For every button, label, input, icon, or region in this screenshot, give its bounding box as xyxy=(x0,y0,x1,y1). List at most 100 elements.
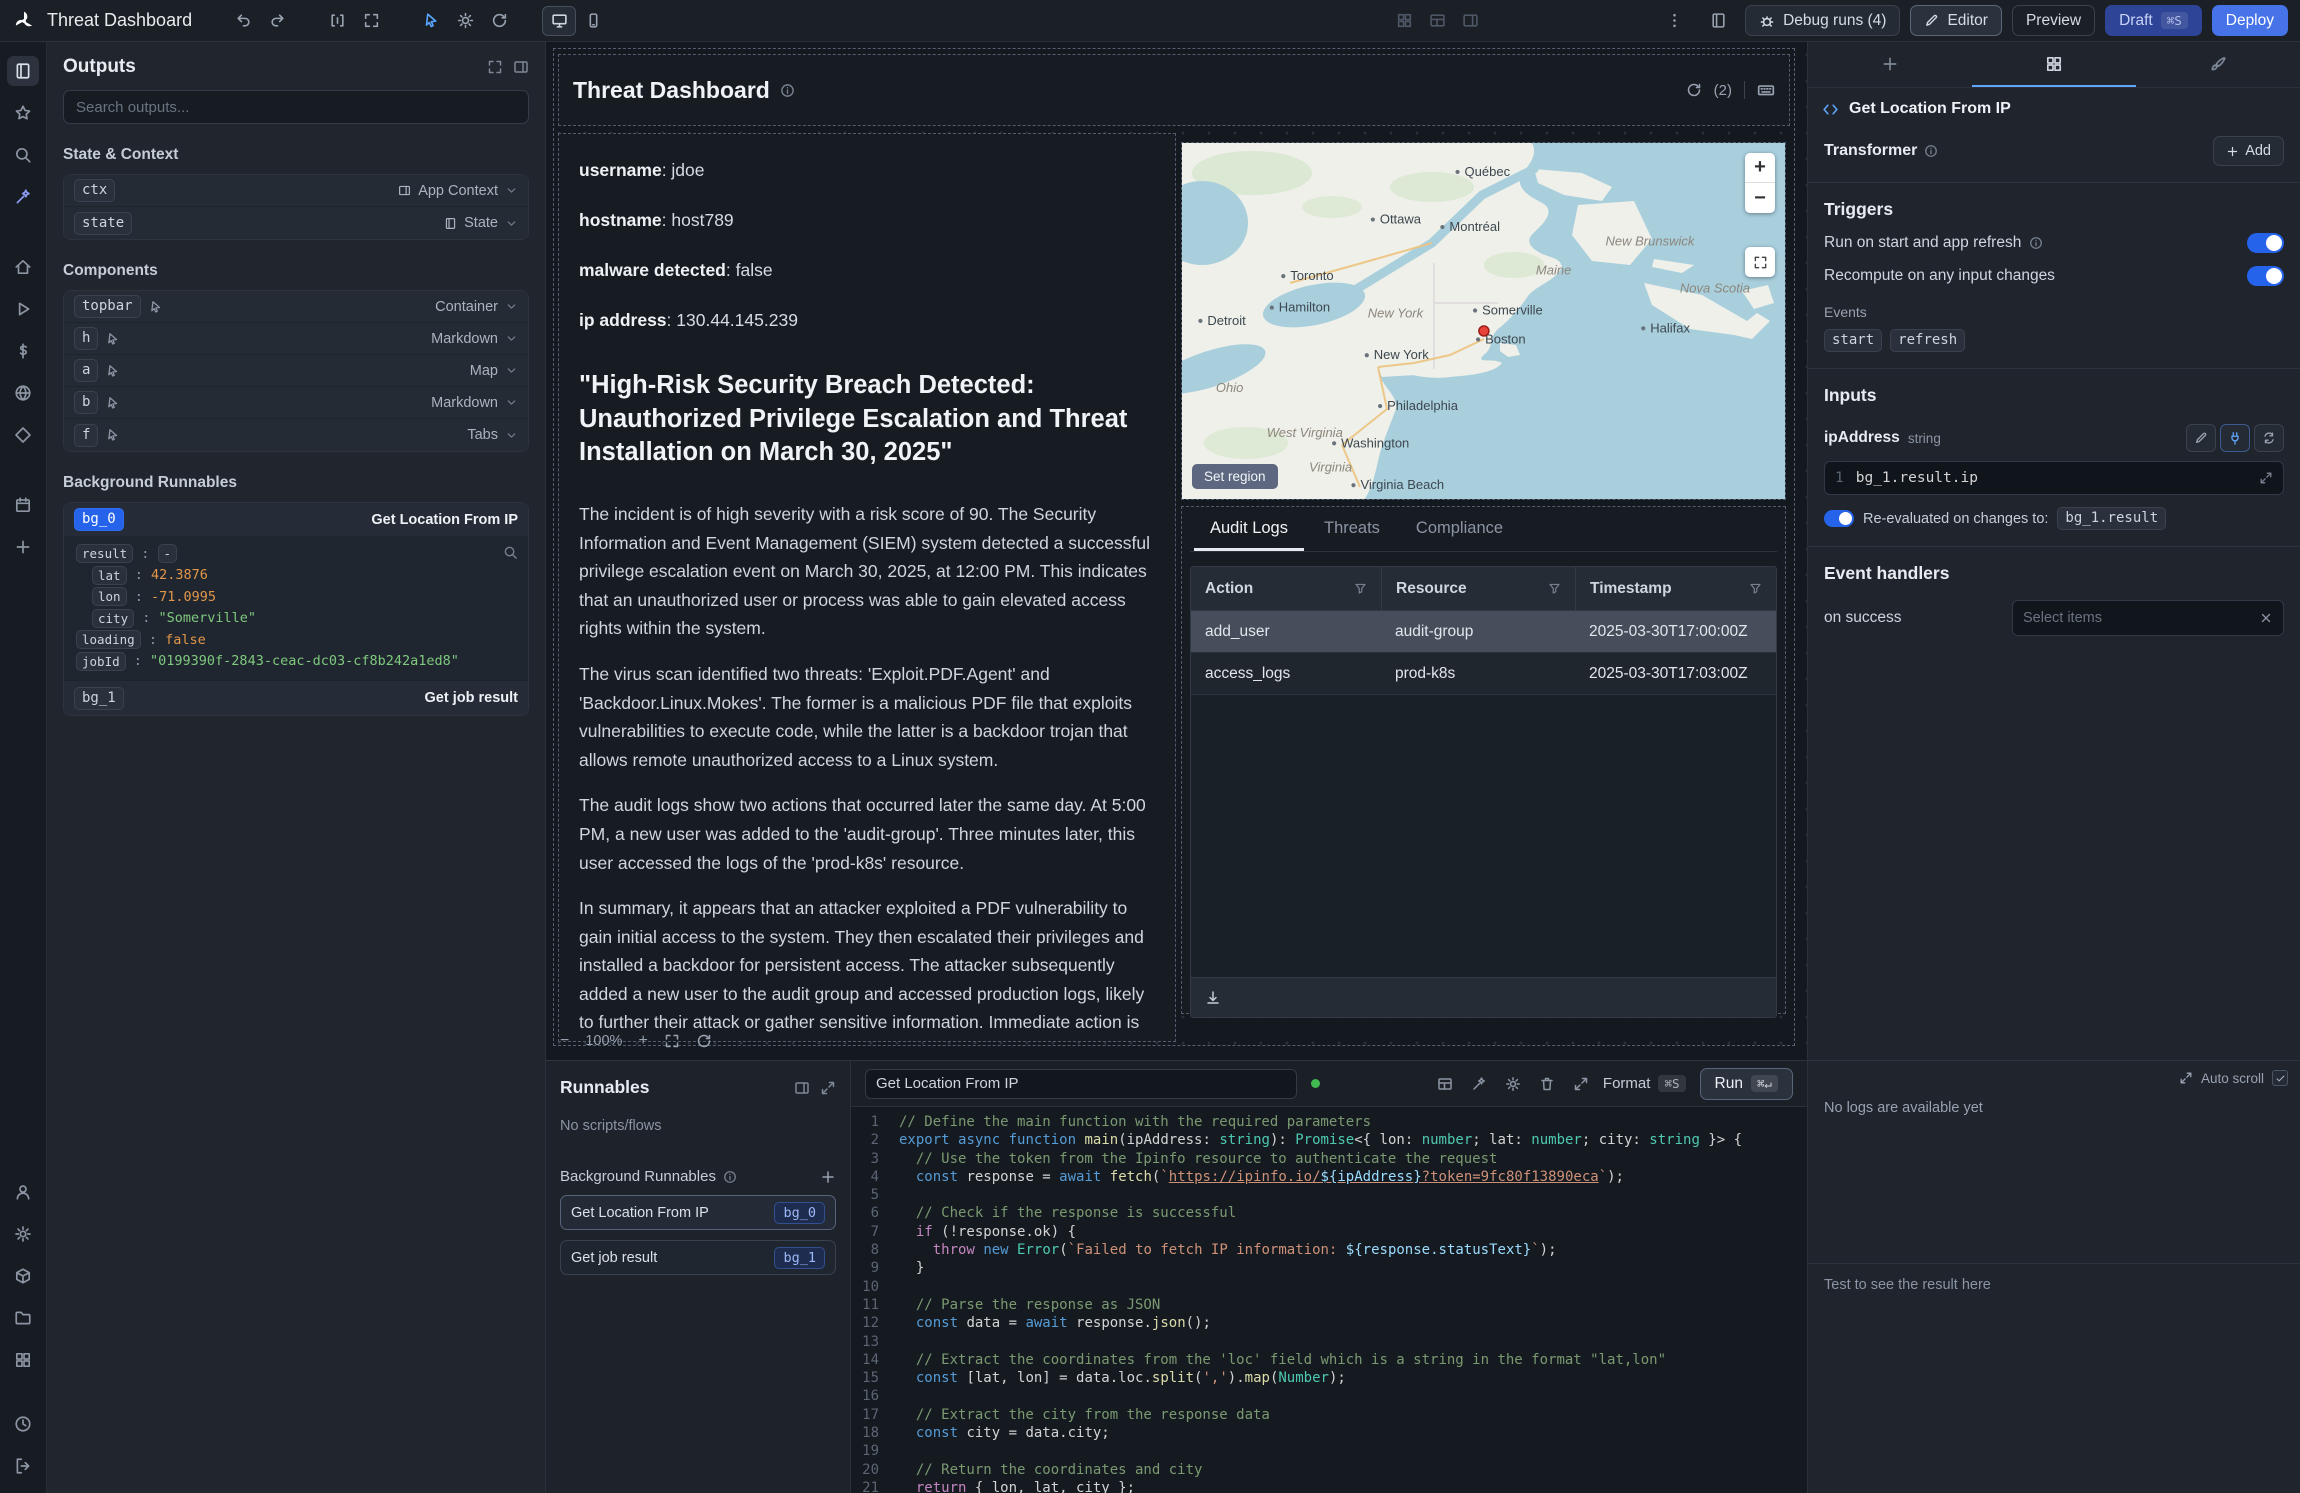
component-map-a[interactable]: QuébecMontréalOttawaTorontoHamiltonDetro… xyxy=(1181,142,1786,500)
bg0-chip[interactable]: bg_0 xyxy=(74,508,124,531)
tab-styling[interactable] xyxy=(2136,42,2300,87)
reeval-dependency-chip[interactable]: bg_1.result xyxy=(2057,507,2166,530)
theme-sun-icon[interactable] xyxy=(448,6,482,36)
undo-button[interactable] xyxy=(226,6,260,36)
tab-component-settings[interactable] xyxy=(1972,42,2136,87)
home-icon[interactable] xyxy=(7,252,39,282)
inspect-result-icon[interactable] xyxy=(503,545,518,560)
auto-scroll-checkbox[interactable] xyxy=(2272,1070,2288,1086)
pointer-hand-icon[interactable] xyxy=(149,300,163,314)
resources-globe-icon[interactable] xyxy=(7,378,39,408)
dock-panel-icon[interactable] xyxy=(513,59,529,75)
table-row[interactable]: add_user audit-group 2025-03-30T17:00:00… xyxy=(1191,611,1776,653)
component-row-a[interactable]: a Map xyxy=(64,355,528,387)
app-canvas-selection[interactable]: Threat Dashboard (2) username: jdoe host… xyxy=(553,48,1795,1046)
settings-gear-icon[interactable] xyxy=(7,1219,39,1249)
layout-grid-icon[interactable] xyxy=(1396,12,1413,29)
filter-funnel-icon[interactable] xyxy=(1354,582,1367,595)
bg1-chip[interactable]: bg_1 xyxy=(74,687,124,710)
add-transformer-button[interactable]: Add xyxy=(2213,136,2284,166)
ai-wand-icon[interactable] xyxy=(7,182,39,212)
map-zoom-in-button[interactable]: + xyxy=(1745,153,1775,183)
pointer-mode-icon[interactable] xyxy=(414,6,448,36)
add-runnable-button[interactable] xyxy=(820,1169,836,1185)
tab-compliance[interactable]: Compliance xyxy=(1400,507,1519,551)
runnable-item-bg1[interactable]: Get job result bg_1 xyxy=(560,1240,836,1275)
download-csv-icon[interactable] xyxy=(1205,990,1221,1006)
expand-expression-icon[interactable] xyxy=(2259,471,2273,485)
collapse-all-icon[interactable] xyxy=(487,59,503,75)
chevron-down-icon[interactable] xyxy=(505,396,518,409)
tab-audit-logs[interactable]: Audit Logs xyxy=(1194,507,1304,551)
mobile-view-button[interactable] xyxy=(576,6,610,36)
bg0-row[interactable]: bg_0 Get Location From IP xyxy=(64,503,528,537)
column-header-action[interactable]: Action xyxy=(1191,567,1381,610)
user-icon[interactable] xyxy=(7,1177,39,1207)
chevron-down-icon[interactable] xyxy=(505,217,518,230)
input-expression-field[interactable]: 1 bg_1.result.ip xyxy=(1824,461,2284,495)
windmill-logo-icon[interactable] xyxy=(0,10,47,32)
component-row-f[interactable]: f Tabs xyxy=(64,419,528,451)
redo-button[interactable] xyxy=(260,6,294,36)
column-header-timestamp[interactable]: Timestamp xyxy=(1575,567,1776,610)
output-row-ctx[interactable]: ctx App Context xyxy=(64,175,528,207)
history-icon[interactable] xyxy=(482,6,516,36)
diff-view-icon[interactable] xyxy=(1437,1076,1453,1092)
connect-input-button[interactable] xyxy=(2220,424,2250,452)
map-zoom-out-button[interactable]: − xyxy=(1745,183,1775,213)
more-menu-icon[interactable] xyxy=(1657,6,1691,36)
run-on-start-toggle[interactable] xyxy=(2247,233,2284,253)
favorites-star-icon[interactable] xyxy=(7,98,39,128)
chevron-down-icon[interactable] xyxy=(505,332,518,345)
debug-runs-button[interactable]: Debug runs (4) xyxy=(1745,5,1900,36)
schedules-calendar-icon[interactable] xyxy=(7,490,39,520)
pointer-hand-icon[interactable] xyxy=(106,396,120,410)
keyboard-shortcuts-icon[interactable] xyxy=(1757,81,1775,99)
chevron-down-icon[interactable] xyxy=(505,184,518,197)
draft-button[interactable]: Draft⌘S xyxy=(2105,5,2202,36)
app-builder-icon[interactable] xyxy=(7,56,39,86)
map[interactable]: QuébecMontréalOttawaTorontoHamiltonDetro… xyxy=(1182,143,1786,500)
tab-threats[interactable]: Threats xyxy=(1308,507,1396,551)
search-icon[interactable] xyxy=(7,140,39,170)
fit-view-icon[interactable] xyxy=(354,6,388,36)
info-icon[interactable] xyxy=(780,83,795,98)
toggle-panel-icon[interactable] xyxy=(1701,6,1735,36)
component-markdown-h[interactable]: username: jdoe hostname: host789 malware… xyxy=(558,133,1176,1042)
layout-columns-icon[interactable] xyxy=(1462,12,1479,29)
search-outputs-input[interactable] xyxy=(63,90,529,124)
ai-wand-icon[interactable] xyxy=(1471,1076,1487,1092)
add-plus-icon[interactable] xyxy=(7,532,39,562)
code-area[interactable]: 1// Define the main function with the re… xyxy=(851,1107,1807,1493)
pointer-hand-icon[interactable] xyxy=(106,364,120,378)
column-header-resource[interactable]: Resource xyxy=(1381,567,1575,610)
pointer-hand-icon[interactable] xyxy=(106,428,120,442)
bg1-row[interactable]: bg_1 Get job result xyxy=(64,681,528,715)
reeval-toggle[interactable] xyxy=(1824,510,1854,527)
variables-dollar-icon[interactable] xyxy=(7,336,39,366)
eval-input-button[interactable] xyxy=(2254,424,2284,452)
app-refresh-icon[interactable] xyxy=(1686,82,1702,98)
ctx-chip[interactable]: ctx xyxy=(74,179,115,202)
set-region-button[interactable]: Set region xyxy=(1192,464,1278,489)
zoom-in-button[interactable]: + xyxy=(638,1032,647,1050)
preview-button[interactable]: Preview xyxy=(2012,5,2095,36)
output-row-state[interactable]: state State xyxy=(64,207,528,239)
chevron-down-icon[interactable] xyxy=(505,429,518,442)
pointer-hand-icon[interactable] xyxy=(106,332,120,346)
expand-panel-icon[interactable] xyxy=(820,1080,836,1096)
editor-canvas[interactable]: Threat Dashboard (2) username: jdoe host… xyxy=(546,42,1807,1060)
chevron-down-icon[interactable] xyxy=(505,300,518,313)
format-button[interactable]: Format⌘S xyxy=(1603,1075,1686,1092)
expand-editor-icon[interactable] xyxy=(1573,1076,1589,1092)
component-row-topbar[interactable]: topbar Container xyxy=(64,291,528,323)
assets-diamond-icon[interactable] xyxy=(7,420,39,450)
recompute-toggle[interactable] xyxy=(2247,266,2284,286)
table-row[interactable]: access_logs prod-k8s 2025-03-30T17:03:00… xyxy=(1191,653,1776,695)
on-success-select[interactable]: Select items xyxy=(2012,600,2284,636)
layout-frame-icon[interactable] xyxy=(1429,12,1446,29)
folders-icon[interactable] xyxy=(7,1303,39,1333)
map-marker[interactable] xyxy=(1479,326,1489,336)
static-input-button[interactable] xyxy=(2186,424,2216,452)
recent-clock-icon[interactable] xyxy=(7,1409,39,1439)
